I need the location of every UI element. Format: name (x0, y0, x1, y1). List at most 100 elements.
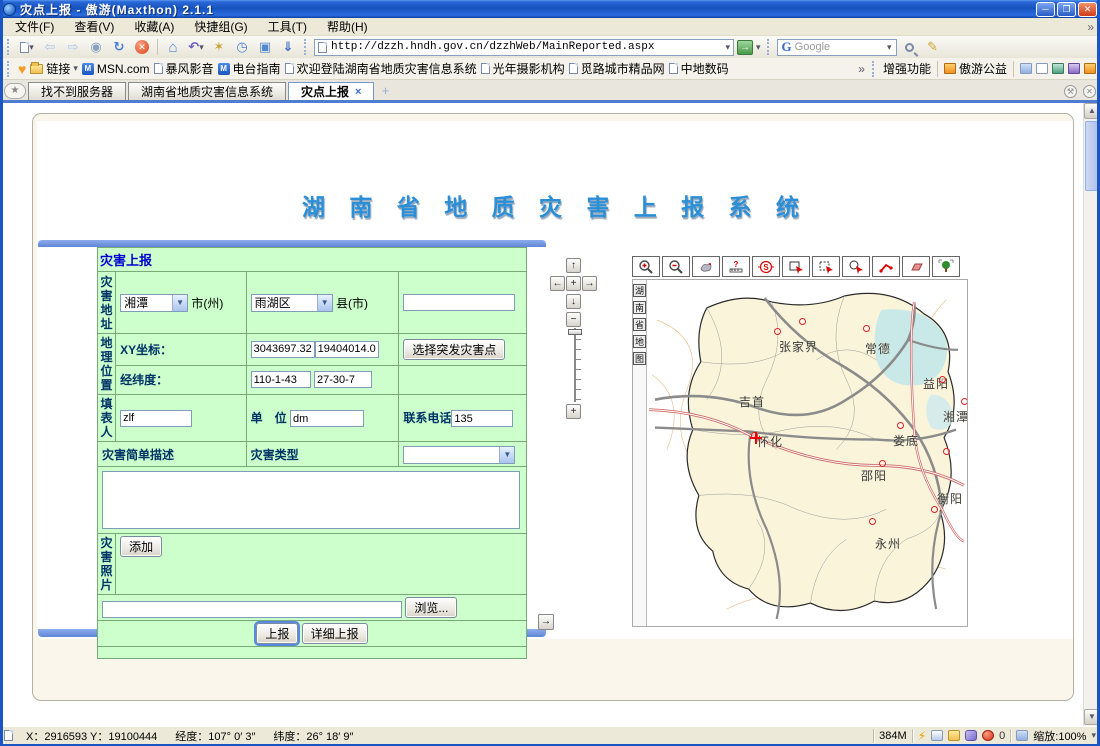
description-textarea[interactable] (102, 471, 520, 529)
pan-right-button[interactable]: → (582, 276, 597, 291)
download-icon[interactable]: ⇓ (278, 38, 298, 56)
highlighter-icon[interactable]: ✎ (923, 38, 943, 56)
enhance-features-button[interactable]: 增强功能 (883, 60, 931, 77)
county-select[interactable]: 雨湖区▼ (251, 294, 333, 312)
chevron-down-icon[interactable]: ▼ (499, 447, 514, 463)
chevron-down-icon[interactable]: ▼ (317, 295, 332, 311)
pan-down-button[interactable]: ↓ (566, 294, 581, 309)
tab-hunan-info-system[interactable]: 湖南省地质灾害信息系统 (128, 82, 286, 100)
new-tab-icon[interactable]: ▾ (17, 38, 37, 56)
pan-tool-icon[interactable] (692, 256, 720, 277)
bookmark-item[interactable]: 暴风影音 (154, 60, 214, 77)
skin-icon[interactable] (1068, 63, 1080, 74)
new-tab-button[interactable]: + (376, 83, 394, 99)
zoom-level[interactable]: 缩放:100% (1033, 728, 1086, 744)
resize-icon[interactable] (1016, 730, 1028, 741)
bookmark-item[interactable]: 欢迎登陆湖南省地质灾害信息系统 (285, 60, 477, 77)
zoom-in-tool-icon[interactable] (632, 256, 660, 277)
popup-blocker-icon[interactable] (982, 730, 994, 741)
back-icon[interactable]: ⇦ (40, 38, 60, 56)
unit-input[interactable] (290, 410, 364, 427)
map-canvas[interactable]: 张家界常德益阳吉首湘潭怀化娄底邵阳衡阳永州 (647, 280, 967, 626)
bookmarks-overflow-chevron[interactable]: » (858, 62, 865, 76)
refresh-icon[interactable]: ↻ (109, 38, 129, 56)
scale-tool-icon[interactable]: S (752, 256, 780, 277)
x-coordinate-input[interactable] (251, 341, 315, 358)
zoom-out-step-button[interactable]: − (566, 312, 581, 327)
capture-icon[interactable]: ▣ (255, 38, 275, 56)
y-coordinate-input[interactable] (315, 341, 379, 358)
menu-file[interactable]: 文件(F) (6, 17, 63, 36)
bookmark-item[interactable]: 光年摄影机构 (481, 60, 565, 77)
menu-groups[interactable]: 快捷组(G) (185, 17, 256, 36)
address-dropdown-icon[interactable]: ▾ (725, 42, 730, 53)
tab-server-not-found[interactable]: 找不到服务器 (28, 82, 126, 100)
wrench-icon[interactable]: ⚒ (1064, 85, 1077, 98)
minimize-button[interactable]: ─ (1036, 2, 1055, 17)
search-input[interactable]: Google (795, 41, 884, 53)
browse-button[interactable]: 浏览... (405, 597, 457, 618)
history-clock-icon[interactable]: ◷ (232, 38, 252, 56)
go-button[interactable]: → (737, 40, 753, 55)
menu-favorites[interactable]: 收藏(A) (125, 17, 183, 36)
add-photo-button[interactable]: 添加 (120, 536, 162, 557)
search-box[interactable]: G Google ▾ (777, 39, 897, 56)
disaster-type-select[interactable]: ▼ (403, 446, 515, 464)
select-box-tool-icon[interactable] (812, 256, 840, 277)
bookmarks-grip[interactable] (872, 61, 876, 77)
reporter-input[interactable] (120, 410, 192, 427)
bookmark-item[interactable]: M电台指南 (218, 60, 281, 77)
boost-icon[interactable]: ⚡ (918, 729, 926, 743)
measure-distance-tool-icon[interactable]: ? (722, 256, 750, 277)
phone-input[interactable] (451, 410, 513, 427)
toolbar-grip[interactable] (304, 39, 308, 55)
tab-disaster-report[interactable]: 灾点上报× (288, 82, 374, 100)
menu-tools[interactable]: 工具(T) (259, 17, 316, 36)
slider-thumb[interactable] (568, 329, 582, 335)
notes-icon[interactable] (1052, 63, 1064, 74)
detailed-report-button[interactable]: 详细上报 (302, 623, 368, 644)
bookmark-item[interactable]: 觅路城市精品网 (569, 60, 665, 77)
plugin-icon[interactable] (1084, 63, 1096, 74)
maxthon-charity-button[interactable]: 傲游公益 (944, 60, 1007, 77)
latitude-input[interactable] (314, 371, 372, 388)
zoom-out-tool-icon[interactable] (662, 256, 690, 277)
menu-view[interactable]: 查看(V) (65, 17, 123, 36)
bookmark-links-folder[interactable]: 链接▾ (30, 60, 78, 77)
window-icon[interactable] (1036, 63, 1048, 74)
menu-help[interactable]: 帮助(H) (318, 17, 377, 36)
collapse-panel-button[interactable]: → (538, 614, 554, 630)
windows-icon[interactable] (931, 730, 943, 741)
bookmark-item[interactable]: MMSN.com (82, 62, 150, 76)
toolbar-grip[interactable] (7, 39, 11, 55)
stop-icon[interactable]: ✕ (132, 38, 152, 56)
screen-icon[interactable] (1020, 63, 1032, 74)
chevron-down-icon[interactable]: ▼ (172, 295, 187, 311)
address-bar[interactable]: http://dzzh.hndh.gov.cn/dzzhWeb/MainRepo… (314, 39, 734, 56)
maximize-button[interactable]: ❐ (1057, 2, 1076, 17)
folder-icon[interactable] (948, 730, 960, 741)
select-circle-tool-icon[interactable] (842, 256, 870, 277)
close-button[interactable]: ✕ (1078, 2, 1097, 17)
longitude-input[interactable] (251, 371, 311, 388)
bookmarks-grip[interactable] (7, 61, 11, 77)
close-all-icon[interactable]: ✕ (1083, 85, 1096, 98)
pan-center-button[interactable]: + (566, 276, 581, 291)
zoom-box-tool-icon[interactable] (782, 256, 810, 277)
search-magnifier-icon[interactable] (900, 38, 920, 56)
history-dropdown-icon[interactable]: ◉ (86, 38, 106, 56)
pan-up-button[interactable]: ↑ (566, 258, 581, 273)
menu-overflow-chevron[interactable]: » (1087, 20, 1094, 34)
zoom-dropdown-icon[interactable]: ▾ (1091, 730, 1096, 741)
file-path-input[interactable] (102, 601, 402, 618)
forward-icon[interactable]: ⇨ (63, 38, 83, 56)
pick-disaster-point-button[interactable]: 选择突发灾害点 (403, 339, 505, 360)
zoom-in-step-button[interactable]: + (566, 404, 581, 419)
tab-list-star-button[interactable]: ★ (4, 83, 26, 99)
tab-close-icon[interactable]: × (355, 86, 361, 98)
search-engine-dropdown-icon[interactable]: ▾ (887, 42, 892, 53)
full-extent-tool-icon[interactable] (932, 256, 960, 277)
submit-button[interactable]: 上报 (256, 623, 298, 644)
gesture-icon[interactable] (965, 730, 977, 741)
detail-address-input[interactable] (403, 294, 515, 311)
